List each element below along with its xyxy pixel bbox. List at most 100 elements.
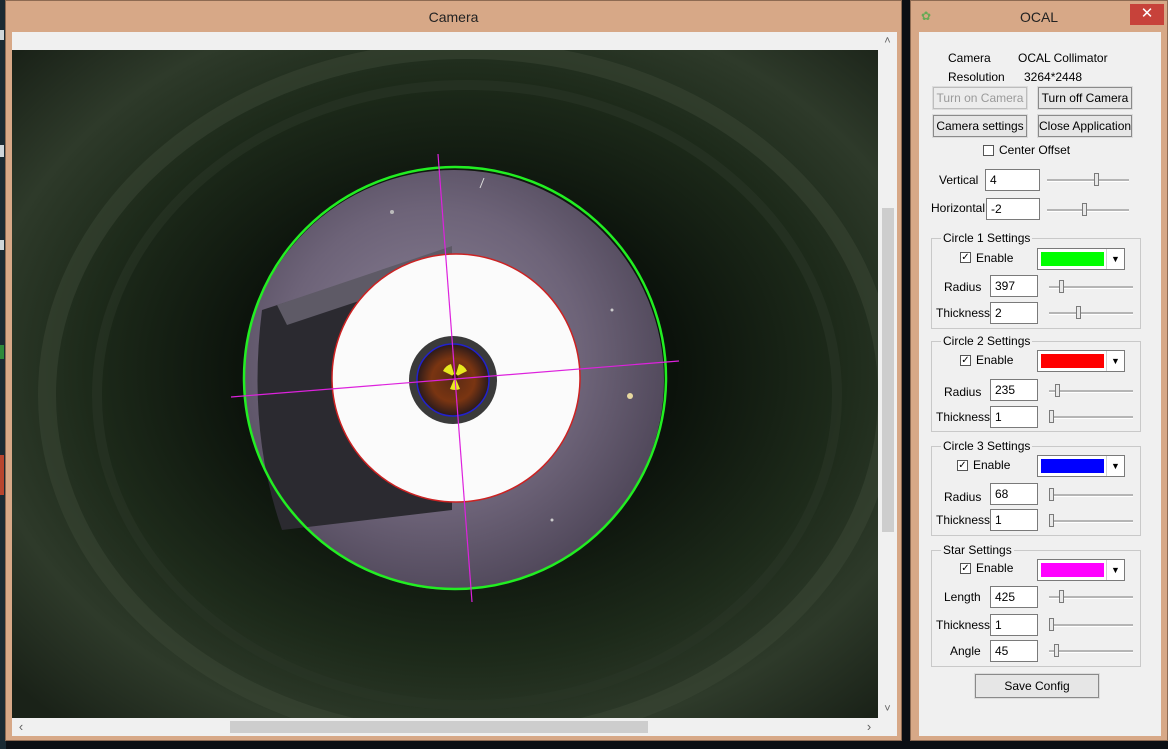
circle2-enable-checkbox[interactable]: ✓ (960, 355, 971, 366)
star-length-label: Length (944, 590, 981, 604)
star-color-swatch (1041, 563, 1104, 577)
slider-track (1049, 520, 1133, 523)
close-window-button[interactable]: ✕ (1130, 4, 1164, 25)
circle2-color-select[interactable]: ▼ (1037, 350, 1125, 372)
slider-track (1049, 312, 1133, 315)
camera-preview[interactable] (12, 50, 878, 718)
slider-knob[interactable] (1049, 514, 1054, 527)
turn-off-camera-button[interactable]: Turn off Camera (1037, 86, 1133, 110)
turn-on-camera-button[interactable]: Turn on Camera (932, 86, 1028, 110)
ocal-client-area: Camera OCAL Collimator Resolution 3264*2… (919, 32, 1161, 736)
circle1-radius-input[interactable] (990, 275, 1038, 297)
chevron-down-icon[interactable]: ▼ (1106, 560, 1124, 580)
star-angle-label: Angle (950, 644, 981, 658)
circle3-thickness-input[interactable] (990, 509, 1038, 531)
vertical-offset-input[interactable] (985, 169, 1040, 191)
circle2-thickness-label: Thickness (936, 410, 991, 424)
star-enable-checkbox[interactable]: ✓ (960, 563, 971, 574)
circle1-color-select[interactable]: ▼ (1037, 248, 1125, 270)
circle2-radius-slider[interactable] (1049, 383, 1133, 399)
circle1-enable-checkbox[interactable]: ✓ (960, 252, 971, 263)
slider-track (1049, 390, 1133, 393)
center-offset-checkbox[interactable] (983, 145, 994, 156)
circle3-enable-checkbox[interactable]: ✓ (957, 460, 968, 471)
save-config-button[interactable]: Save Config (974, 673, 1100, 699)
camera-client-area: ˄ ˅ ‹ › (12, 32, 897, 736)
scroll-down-arrow-icon[interactable]: ˅ (878, 700, 897, 718)
chevron-down-icon[interactable]: ▼ (1106, 249, 1124, 269)
star-length-input[interactable] (990, 586, 1038, 608)
star-thickness-input[interactable] (990, 614, 1038, 636)
vertical-label: Vertical (939, 173, 979, 187)
circle3-thickness-label: Thickness (936, 513, 991, 527)
circle1-thickness-input[interactable] (990, 302, 1038, 324)
star-enable-label: Enable (976, 561, 1014, 575)
slider-knob[interactable] (1055, 384, 1060, 397)
camera-window: Camera ˄ ˅ ‹ › (5, 0, 902, 741)
circle3-radius-input[interactable] (990, 483, 1038, 505)
camera-label: Camera (948, 51, 991, 65)
circle2-thickness-slider[interactable] (1049, 409, 1133, 425)
star-angle-input[interactable] (990, 640, 1038, 662)
camera-settings-button[interactable]: Camera settings (932, 114, 1028, 138)
center-offset-label: Center Offset (999, 143, 1071, 157)
star-angle-slider[interactable] (1049, 643, 1133, 659)
circle1-radius-slider[interactable] (1049, 279, 1133, 295)
horizontal-scroll-thumb[interactable] (230, 721, 648, 733)
vertical-scroll-thumb[interactable] (882, 208, 894, 532)
circle3-enable-label: Enable (973, 458, 1011, 472)
slider-knob[interactable] (1049, 618, 1054, 631)
slider-knob[interactable] (1094, 173, 1099, 186)
scroll-right-arrow-icon[interactable]: › (860, 718, 878, 736)
star-thickness-slider[interactable] (1049, 617, 1133, 633)
star-thickness-label: Thickness (936, 618, 991, 632)
slider-track (1047, 179, 1129, 182)
scroll-corner (878, 718, 897, 736)
camera-horizontal-scrollbar[interactable]: ‹ › (12, 718, 878, 736)
vertical-offset-slider[interactable] (1047, 172, 1129, 188)
slider-knob[interactable] (1059, 280, 1064, 293)
circle1-enable-label: Enable (976, 251, 1014, 265)
camera-image (12, 50, 878, 718)
slider-knob[interactable] (1054, 644, 1059, 657)
circle2-thickness-input[interactable] (990, 406, 1038, 428)
ocal-window-title: OCAL (1019, 9, 1059, 25)
chevron-down-icon[interactable]: ▼ (1106, 351, 1124, 371)
slider-track (1049, 494, 1133, 497)
circle2-radius-input[interactable] (990, 379, 1038, 401)
resolution-value: 3264*2448 (1024, 70, 1083, 84)
circle1-radius-label: Radius (944, 280, 982, 294)
ocal-window: ✿ OCAL ✕ Camera OCAL Collimator Resoluti… (910, 0, 1168, 741)
horizontal-offset-slider[interactable] (1047, 202, 1129, 218)
camera-window-title: Camera (428, 9, 479, 25)
circle1-settings-title: Circle 1 Settings (941, 231, 1033, 245)
circle1-color-swatch (1041, 252, 1104, 266)
circle2-settings-title: Circle 2 Settings (941, 334, 1033, 348)
circle3-radius-label: Radius (944, 490, 982, 504)
horizontal-offset-input[interactable] (986, 198, 1040, 220)
chevron-down-icon[interactable]: ▼ (1106, 456, 1124, 476)
star-length-slider[interactable] (1049, 589, 1133, 605)
circle2-radius-label: Radius (944, 385, 982, 399)
slider-track (1049, 624, 1133, 627)
circle3-thickness-slider[interactable] (1049, 513, 1133, 529)
slider-knob[interactable] (1082, 203, 1087, 216)
scroll-left-arrow-icon[interactable]: ‹ (12, 718, 30, 736)
scroll-up-arrow-icon[interactable]: ˄ (878, 32, 897, 50)
star-color-select[interactable]: ▼ (1037, 559, 1125, 581)
slider-track (1047, 209, 1129, 212)
circle3-radius-slider[interactable] (1049, 487, 1133, 503)
slider-knob[interactable] (1059, 590, 1064, 603)
circle3-color-select[interactable]: ▼ (1037, 455, 1125, 477)
slider-track (1049, 416, 1133, 419)
circle3-settings-title: Circle 3 Settings (941, 439, 1033, 453)
close-application-button[interactable]: Close Application (1037, 114, 1133, 138)
slider-knob[interactable] (1049, 410, 1054, 423)
slider-knob[interactable] (1076, 306, 1081, 319)
camera-value: OCAL Collimator (1018, 51, 1108, 65)
slider-knob[interactable] (1049, 488, 1054, 501)
camera-vertical-scrollbar[interactable]: ˄ ˅ (878, 32, 897, 718)
star-settings-title: Star Settings (941, 543, 1014, 557)
circle1-thickness-slider[interactable] (1049, 305, 1133, 321)
circle2-enable-label: Enable (976, 353, 1014, 367)
